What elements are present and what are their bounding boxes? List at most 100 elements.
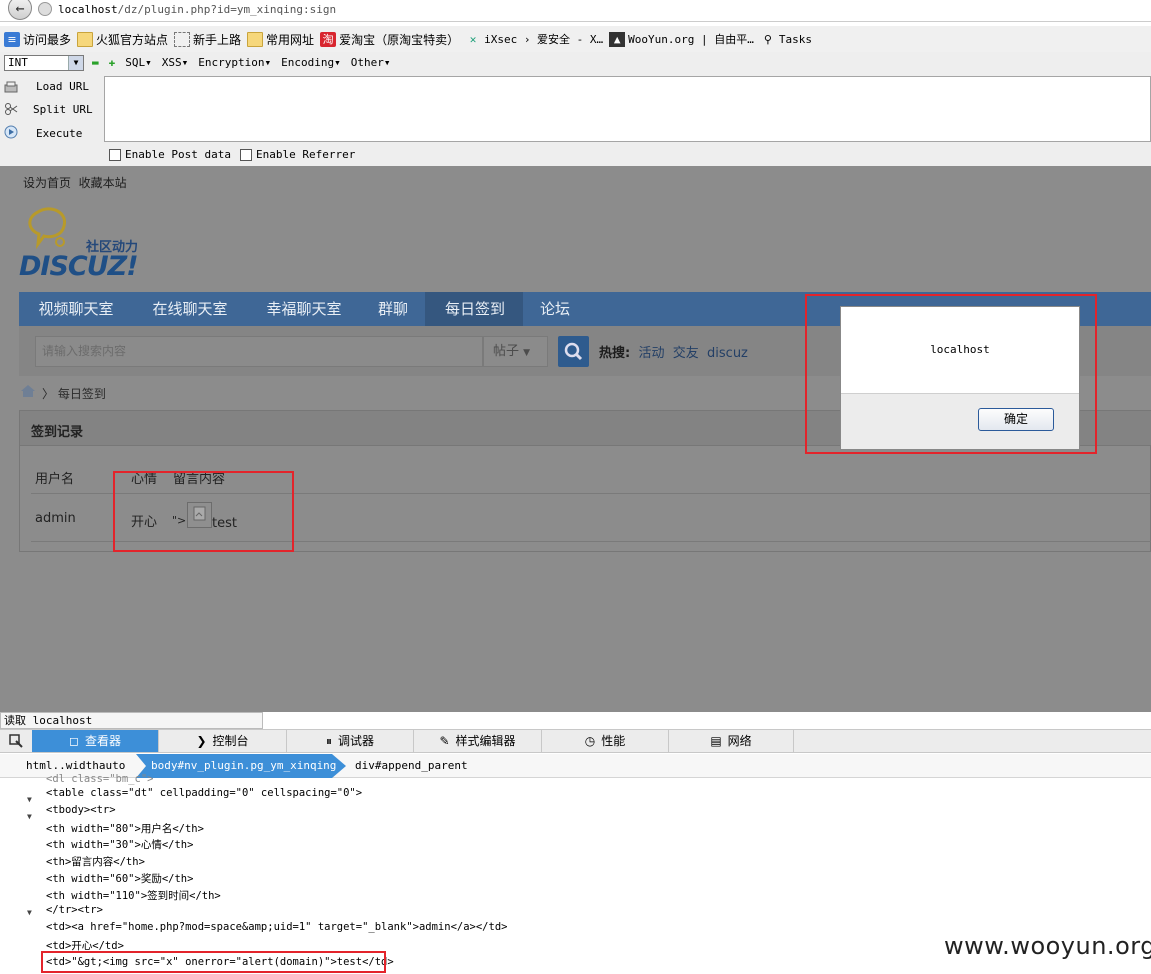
checkbox-box[interactable] — [240, 149, 252, 161]
folder-icon — [247, 31, 264, 47]
tab-label: 查看器 — [84, 734, 121, 748]
checkbox-box[interactable] — [109, 149, 121, 161]
tab-style-editor[interactable]: ✎ 样式编辑器 — [414, 730, 542, 752]
markup-line[interactable]: <th width="60">奖励</th> — [46, 871, 193, 886]
bookmark-site-link[interactable]: 收藏本站 — [79, 176, 127, 190]
enable-post-checkbox[interactable]: Enable Post data — [109, 148, 231, 161]
hackbar-type-select[interactable]: INT ▼ — [4, 55, 84, 71]
checkbox-label: Enable Post data — [125, 148, 231, 161]
url-text[interactable]: localhost/dz/plugin.php?id=ym_xinqing:si… — [58, 3, 336, 16]
crumb-div[interactable]: div#append_parent — [355, 754, 468, 778]
bookmark-label: iXsec › 爱安全 - X… — [484, 33, 604, 46]
home-icon[interactable] — [20, 384, 36, 398]
minus-icon[interactable]: ▬ — [92, 56, 99, 69]
search-button[interactable] — [558, 336, 589, 367]
bookmark-most-visited[interactable]: ≡ 访问最多 — [4, 31, 71, 48]
bookmark-tasks[interactable]: ⚲ Tasks — [760, 32, 812, 47]
hot-search: 热搜: 活动 交友 discuz — [599, 342, 748, 361]
tab-label: 控制台 — [212, 734, 249, 748]
markup-line[interactable]: <dl class="bm_c"> — [46, 773, 153, 785]
bookmark-ixsec[interactable]: ✕ iXsec › 爱安全 - X… — [465, 31, 603, 47]
menu-encoding[interactable]: Encoding▾ — [281, 56, 341, 69]
nav-forum[interactable]: 论坛 — [530, 292, 580, 326]
bookmark-getting-started[interactable]: 新手上路 — [174, 31, 241, 48]
bookmark-common-sites[interactable]: 常用网址 — [247, 31, 314, 48]
hot-word[interactable]: 交友 — [673, 346, 699, 361]
header-username: 用户名 — [35, 472, 75, 487]
execute-button[interactable]: Execute — [36, 127, 82, 140]
bookmark-label: 新手上路 — [193, 32, 242, 47]
menu-encryption[interactable]: Encryption▾ — [198, 56, 271, 69]
hot-word[interactable]: 活动 — [638, 346, 664, 361]
expand-triangle-icon[interactable]: ▼ — [27, 812, 32, 821]
logo-text: DISCUZ! — [19, 251, 139, 282]
bookmark-wooyun[interactable]: ▲ WooYun.org | 自由平… — [609, 31, 754, 47]
crumb-body[interactable]: body#nv_plugin.pg_ym_xinqing — [151, 754, 336, 778]
magnifier-icon: ⚲ — [763, 32, 772, 46]
search-icon — [564, 342, 583, 361]
alert-message: localhost — [930, 343, 990, 356]
nav-happy-chat[interactable]: 幸福聊天室 — [255, 292, 353, 326]
breadcrumb-current[interactable]: 每日签到 — [58, 387, 106, 401]
enable-referrer-checkbox[interactable]: Enable Referrer — [240, 148, 355, 161]
markup-line[interactable]: <th>留言内容</th> — [46, 854, 145, 869]
element-picker-icon[interactable] — [9, 734, 23, 748]
dotted-page-icon — [174, 31, 191, 47]
nav-group-chat[interactable]: 群聊 — [363, 292, 423, 326]
debugger-icon: ⏸ — [325, 734, 332, 748]
markup-line[interactable]: <tbody><tr> — [46, 804, 116, 816]
tab-inspector[interactable]: ◻ 查看器 — [32, 730, 159, 752]
alert-ok-button[interactable]: 确定 — [978, 408, 1054, 431]
nav-online-chat[interactable]: 在线聊天室 — [141, 292, 239, 326]
markup-line[interactable]: <td><a href="home.php?mod=space&amp;uid=… — [46, 921, 507, 933]
tab-network[interactable]: ▤ 网络 — [669, 730, 794, 752]
tab-debugger[interactable]: ⏸ 调试器 — [287, 730, 414, 752]
url-host: localhost — [58, 3, 118, 16]
markup-line[interactable]: <th width="30">心情</th> — [46, 837, 193, 852]
load-url-button[interactable]: Load URL — [36, 80, 89, 93]
breadcrumb: 〉 每日签到 — [42, 387, 106, 401]
nav-daily-signin[interactable]: 每日签到 — [433, 292, 517, 326]
bookmark-label: WooYun.org | 自由平… — [628, 33, 754, 46]
hot-word[interactable]: discuz — [707, 346, 748, 361]
markup-line[interactable]: <table class="dt" cellpadding="0" cellsp… — [46, 787, 362, 799]
bookmark-label: 火狐官方站点 — [96, 32, 169, 47]
expand-triangle-icon[interactable]: ▼ — [27, 908, 32, 917]
menu-sql[interactable]: SQL▾ — [125, 56, 152, 69]
tab-performance[interactable]: ◷ 性能 — [542, 730, 669, 752]
hackbar-url-textarea[interactable] — [104, 76, 1151, 142]
chevron-down-icon: ▼ — [523, 348, 531, 358]
split-url-button[interactable]: Split URL — [33, 103, 93, 116]
set-homepage-link[interactable]: 设为首页 — [23, 176, 71, 190]
markup-line[interactable]: <th width="80">用户名</th> — [46, 821, 204, 836]
network-icon: ▤ — [710, 734, 722, 748]
inspector-icon: ◻ — [69, 734, 79, 748]
row-username[interactable]: admin — [35, 511, 76, 526]
console-icon: ❯ — [196, 734, 207, 748]
markup-line[interactable]: </tr><tr> — [46, 904, 103, 916]
search-type-select[interactable]: 帖子 ▼ — [483, 336, 548, 367]
taobao-icon: 淘 — [320, 31, 337, 47]
tab-label: 网络 — [727, 734, 752, 748]
bookmark-label: 常用网址 — [266, 32, 315, 47]
bookmark-taobao[interactable]: 淘爱淘宝（原淘宝特卖） — [320, 31, 459, 48]
panel-title: 签到记录 — [31, 425, 84, 440]
expand-triangle-icon[interactable]: ▼ — [27, 795, 32, 804]
tab-label: 调试器 — [338, 734, 375, 748]
menu-xss[interactable]: XSS▾ — [162, 56, 189, 69]
search-input[interactable]: 请输入搜索内容 — [35, 336, 483, 367]
watermark: www.wooyun.org — [944, 932, 1151, 960]
markup-line[interactable]: <th width="110">签到时间</th> — [46, 888, 221, 903]
select-value: INT — [8, 56, 28, 69]
split-url-icon — [5, 103, 18, 115]
plus-icon[interactable]: ✚ — [109, 56, 116, 69]
tab-label: 样式编辑器 — [455, 734, 516, 748]
top-links: 设为首页 收藏本站 — [23, 174, 127, 191]
url-path: /dz/plugin.php?id=ym_xinqing:sign — [117, 3, 337, 16]
nav-video-chat[interactable]: 视频聊天室 — [27, 292, 125, 326]
tab-console[interactable]: ❯ 控制台 — [159, 730, 287, 752]
highlight-box-xss-markup — [41, 951, 386, 973]
menu-other[interactable]: Other▾ — [351, 56, 391, 69]
bookmark-firefox-site[interactable]: 火狐官方站点 — [77, 31, 168, 48]
site-identity-icon[interactable] — [38, 2, 52, 16]
